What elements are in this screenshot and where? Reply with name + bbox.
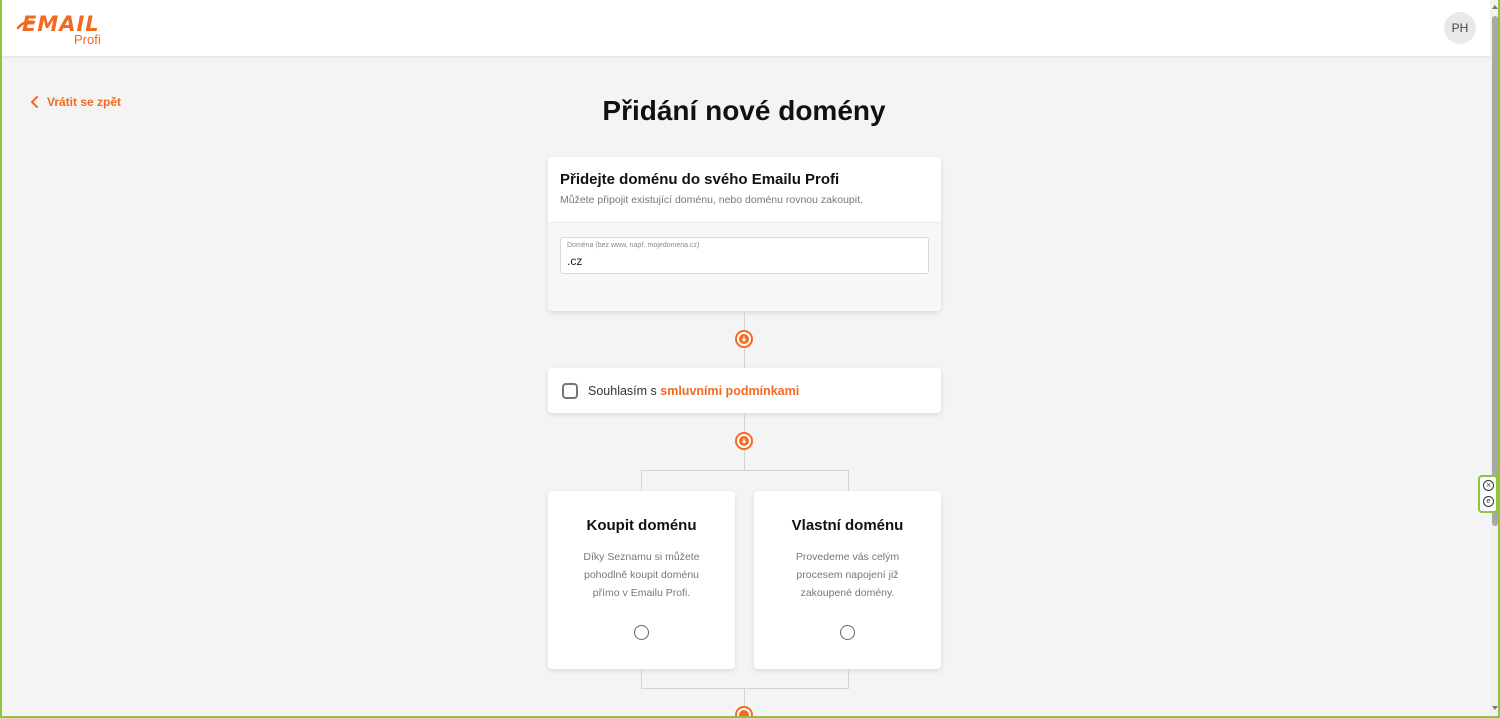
domain-field[interactable]: Doména (bez www, např. mojedomena.cz)	[560, 237, 929, 274]
option-own-domain[interactable]: Vlastní doménu Provedeme vás celým proce…	[754, 491, 941, 669]
domain-field-label: Doména (bez www, např. mojedomena.cz)	[567, 242, 700, 249]
branch-line	[848, 470, 849, 491]
email-profi-logo[interactable]: EMAIL Profi	[16, 12, 116, 48]
branch-line	[641, 688, 849, 689]
terms-prefix: Souhlasím s	[588, 383, 661, 398]
domain-card-heading: Přidejte doménu do svého Emailu Profi	[560, 171, 840, 188]
scroll-thumb[interactable]	[1492, 16, 1498, 526]
option-description: Díky Seznamu si můžete pohodlně koupit d…	[583, 551, 700, 599]
close-icon[interactable]: ×	[1483, 480, 1494, 491]
option-buy-radio[interactable]	[634, 625, 649, 640]
scroll-up-icon[interactable]	[1492, 5, 1498, 9]
branch-line	[848, 669, 849, 689]
terms-label: Souhlasím s smluvními podmínkami	[588, 384, 799, 398]
scroll-down-icon[interactable]	[1492, 706, 1498, 710]
branch-line	[641, 470, 849, 471]
option-title: Vlastní doménu	[791, 517, 904, 534]
domain-card-description: Můžete připojit existující doménu, nebo …	[560, 194, 863, 206]
option-title: Koupit doménu	[586, 517, 697, 534]
terms-card: Souhlasím s smluvními podmínkami	[548, 368, 941, 413]
option-buy-domain[interactable]: Koupit doménu Díky Seznamu si můžete poh…	[548, 491, 735, 669]
user-avatar[interactable]: PH	[1444, 12, 1476, 44]
branch-line	[641, 470, 642, 491]
domain-card: Přidejte doménu do svého Emailu Profi Mů…	[548, 157, 941, 311]
terms-checkbox[interactable]	[562, 382, 578, 399]
step-arrow-icon	[735, 432, 753, 450]
branch-line	[641, 669, 642, 689]
page-title: Přidání nové domény	[602, 95, 886, 126]
side-widget[interactable]: × e	[1478, 475, 1498, 513]
logo-subtext: Profi	[74, 32, 101, 47]
step-arrow-icon	[735, 706, 753, 718]
terms-link[interactable]: smluvními podmínkami	[660, 384, 799, 398]
widget-e-icon[interactable]: e	[1483, 496, 1494, 507]
top-header: EMAIL Profi PH	[0, 0, 1500, 56]
step-arrow-icon	[735, 330, 753, 348]
option-description: Provedeme vás celým procesem napojení ji…	[795, 551, 900, 599]
domain-input[interactable]	[567, 254, 922, 268]
page-scrollbar[interactable]	[1490, 0, 1500, 716]
option-own-radio[interactable]	[840, 625, 855, 640]
